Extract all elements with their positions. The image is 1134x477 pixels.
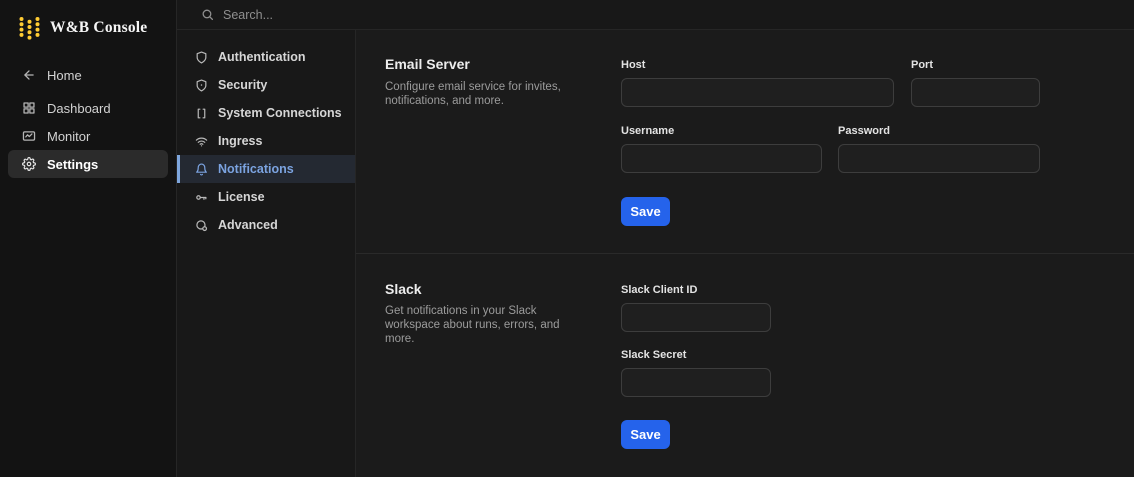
nav-item-dashboard[interactable]: Dashboard bbox=[8, 94, 168, 122]
email-save-button[interactable]: Save bbox=[621, 197, 670, 226]
settings-nav-label: Ingress bbox=[218, 134, 263, 148]
settings-nav-label: License bbox=[218, 190, 265, 204]
section-divider bbox=[356, 253, 1134, 254]
settings-nav-item-security[interactable]: Security bbox=[177, 71, 355, 99]
settings-nav-item-system-connections[interactable]: System Connections bbox=[177, 99, 355, 127]
host-input[interactable] bbox=[621, 78, 894, 107]
port-field-group: Port bbox=[911, 59, 1040, 107]
section-description: Get notifications in your Slack workspac… bbox=[385, 305, 560, 345]
key-icon bbox=[195, 191, 208, 204]
settings-nav: Authentication Security System Connectio… bbox=[177, 30, 356, 477]
section-description: Configure email service for invites, not… bbox=[385, 81, 561, 107]
nav-item-label: Monitor bbox=[47, 128, 91, 144]
primary-nav: Home Dashboard Monitor Settings bbox=[0, 61, 176, 178]
settings-nav-label: Notifications bbox=[218, 162, 294, 176]
search-input[interactable] bbox=[223, 7, 463, 22]
settings-nav-label: System Connections bbox=[218, 106, 342, 120]
search-icon bbox=[201, 8, 214, 21]
slack-client-id-label: Slack Client ID bbox=[621, 284, 698, 296]
username-label: Username bbox=[621, 125, 675, 137]
host-field-group: Host bbox=[621, 59, 894, 107]
section-title: Slack bbox=[385, 281, 422, 297]
nav-item-label: Home bbox=[47, 67, 82, 83]
settings-nav-label: Advanced bbox=[218, 218, 278, 232]
username-input[interactable] bbox=[621, 144, 822, 173]
username-field-group: Username bbox=[621, 125, 822, 173]
settings-nav-item-notifications[interactable]: Notifications bbox=[177, 155, 355, 183]
slack-client-id-field-group: Slack Client ID bbox=[621, 284, 771, 332]
nav-item-monitor[interactable]: Monitor bbox=[8, 122, 168, 150]
password-label: Password bbox=[838, 125, 890, 137]
monitor-chart-icon bbox=[22, 129, 36, 143]
primary-sidebar: W&B Console Home Dashboard Monitor Setti… bbox=[0, 0, 177, 477]
brand: W&B Console bbox=[0, 0, 176, 40]
brand-title: W&B Console bbox=[50, 18, 148, 36]
settings-nav-item-advanced[interactable]: Advanced bbox=[177, 211, 355, 239]
port-input[interactable] bbox=[911, 78, 1040, 107]
nav-item-home[interactable]: Home bbox=[8, 61, 168, 89]
wandb-logo-icon bbox=[18, 15, 41, 40]
bell-icon bbox=[195, 163, 208, 176]
settings-nav-item-ingress[interactable]: Ingress bbox=[177, 127, 355, 155]
settings-nav-item-license[interactable]: License bbox=[177, 183, 355, 211]
wifi-icon bbox=[195, 135, 208, 148]
slack-secret-field-group: Slack Secret bbox=[621, 349, 771, 397]
settings-nav-item-authentication[interactable]: Authentication bbox=[177, 43, 355, 71]
slack-save-button[interactable]: Save bbox=[621, 420, 670, 449]
slack-secret-input[interactable] bbox=[621, 368, 771, 397]
topbar bbox=[177, 0, 1134, 30]
port-label: Port bbox=[911, 59, 933, 71]
host-label: Host bbox=[621, 59, 646, 71]
nav-item-label: Settings bbox=[47, 156, 99, 172]
settings-nav-label: Security bbox=[218, 78, 268, 92]
slack-secret-label: Slack Secret bbox=[621, 349, 687, 361]
brackets-icon bbox=[195, 107, 208, 120]
section-title: Email Server bbox=[385, 56, 470, 72]
slack-client-id-input[interactable] bbox=[621, 303, 771, 332]
arrow-left-icon bbox=[22, 68, 36, 82]
wb-console-app: W&B Console Home Dashboard Monitor Setti… bbox=[0, 0, 1134, 477]
password-field-group: Password bbox=[838, 125, 1040, 173]
settings-nav-label: Authentication bbox=[218, 50, 306, 64]
nav-item-settings[interactable]: Settings bbox=[8, 150, 168, 178]
dashboard-grid-icon bbox=[22, 101, 36, 115]
shield-icon bbox=[195, 50, 208, 64]
advanced-circle-icon bbox=[195, 219, 208, 232]
password-input[interactable] bbox=[838, 144, 1040, 173]
nav-item-label: Dashboard bbox=[47, 100, 111, 116]
gear-icon bbox=[22, 157, 36, 171]
shield-dot-icon bbox=[195, 78, 208, 92]
